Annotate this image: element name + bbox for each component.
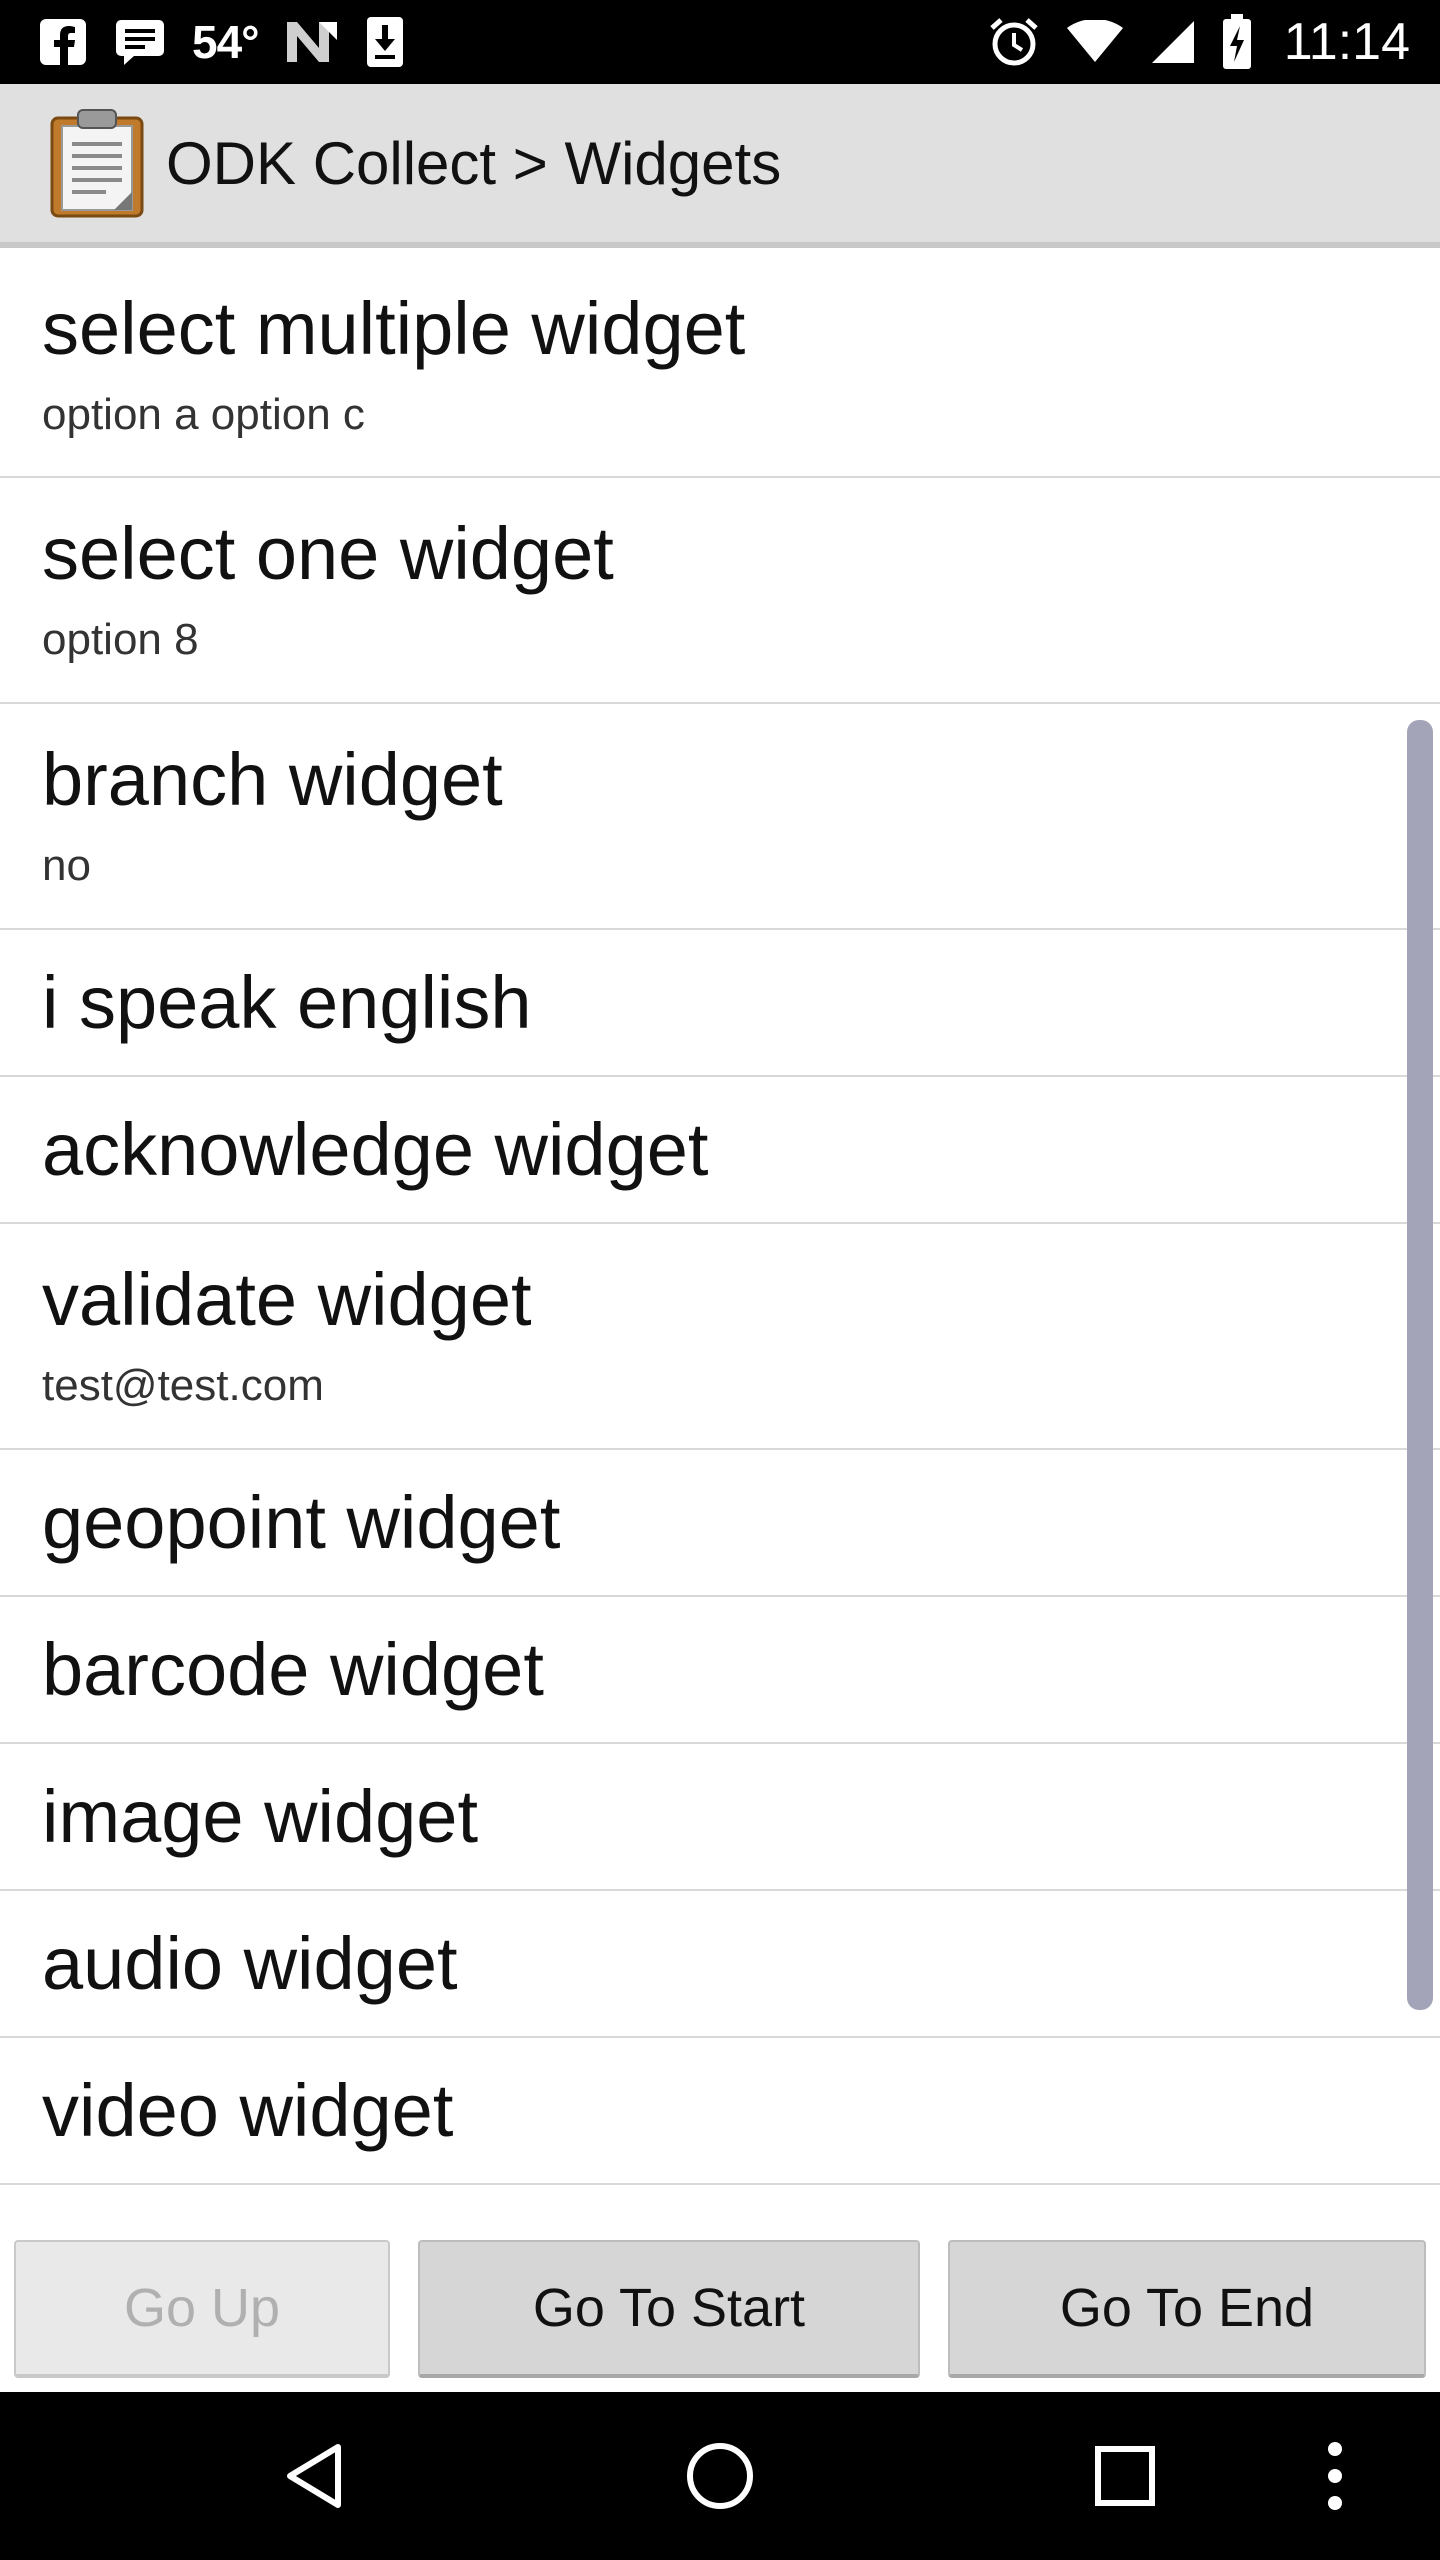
list-item-title: audio widget [42,1921,458,2005]
message-icon [114,18,166,66]
list-item-answer: option a option c [42,389,365,439]
go-to-end-button[interactable]: Go To End [948,2240,1426,2378]
overflow-menu-icon[interactable] [1300,2392,1370,2560]
back-icon[interactable] [250,2392,380,2560]
list-item-title: select one widget [42,512,614,596]
list-item[interactable]: geopoint widget [0,1450,1440,1597]
signal-icon [1150,19,1196,65]
list-item-title: acknowledge widget [42,1107,709,1191]
battery-charging-icon [1222,14,1252,70]
question-list: select multiple widget option a option c… [0,254,1440,2185]
list-item-answer: option 8 [42,614,199,664]
go-up-button[interactable]: Go Up [14,2240,390,2378]
page-title: ODK Collect > Widgets [166,129,782,197]
list-item[interactable]: branch widget no [0,704,1440,930]
list-item[interactable]: acknowledge widget [0,1077,1440,1224]
status-bar-left: 54° [0,0,431,84]
alarm-icon [988,16,1040,68]
go-to-start-button[interactable]: Go To Start [418,2240,920,2378]
list-item-title: barcode widget [42,1627,544,1711]
list-item-answer: no [42,840,91,890]
list-item[interactable]: validate widget test@test.com [0,1224,1440,1450]
list-item-title: i speak english [42,960,532,1044]
clock-time: 11:14 [1283,13,1410,71]
list-item[interactable]: barcode widget [0,1597,1440,1744]
navigation-button-bar: Go Up Go To Start Go To End [0,2210,1440,2390]
recents-icon[interactable] [1060,2392,1190,2560]
list-item[interactable]: select one widget option 8 [0,478,1440,704]
list-item-title: validate widget [42,1258,532,1342]
list-item[interactable]: select multiple widget option a option c [0,254,1440,478]
system-nav-bar [0,2392,1440,2560]
list-item-title: video widget [42,2068,454,2152]
list-item-title: select multiple widget [42,287,746,371]
temperature-text: 54° [192,16,260,68]
wifi-icon [1066,20,1124,64]
title-bar: ODK Collect > Widgets [0,84,1440,248]
list-item-title: image widget [42,1774,479,1858]
list-item-answer: test@test.com [42,1360,324,1410]
facebook-icon [38,17,88,67]
list-item-title: geopoint widget [42,1480,561,1564]
scrollbar-thumb[interactable] [1407,720,1433,2010]
download-icon [365,15,405,69]
list-item[interactable]: image widget [0,1744,1440,1891]
status-bar-right: 11:14 [988,0,1440,84]
n-icon [285,20,339,64]
list-item[interactable]: video widget [0,2038,1440,2185]
home-icon[interactable] [655,2392,785,2560]
list-item[interactable]: audio widget [0,1891,1440,2038]
list-item-title: branch widget [42,738,503,822]
list-item[interactable]: i speak english [0,930,1440,1077]
status-bar: 54° 11:14 [0,0,1440,84]
clipboard-icon [48,108,146,218]
